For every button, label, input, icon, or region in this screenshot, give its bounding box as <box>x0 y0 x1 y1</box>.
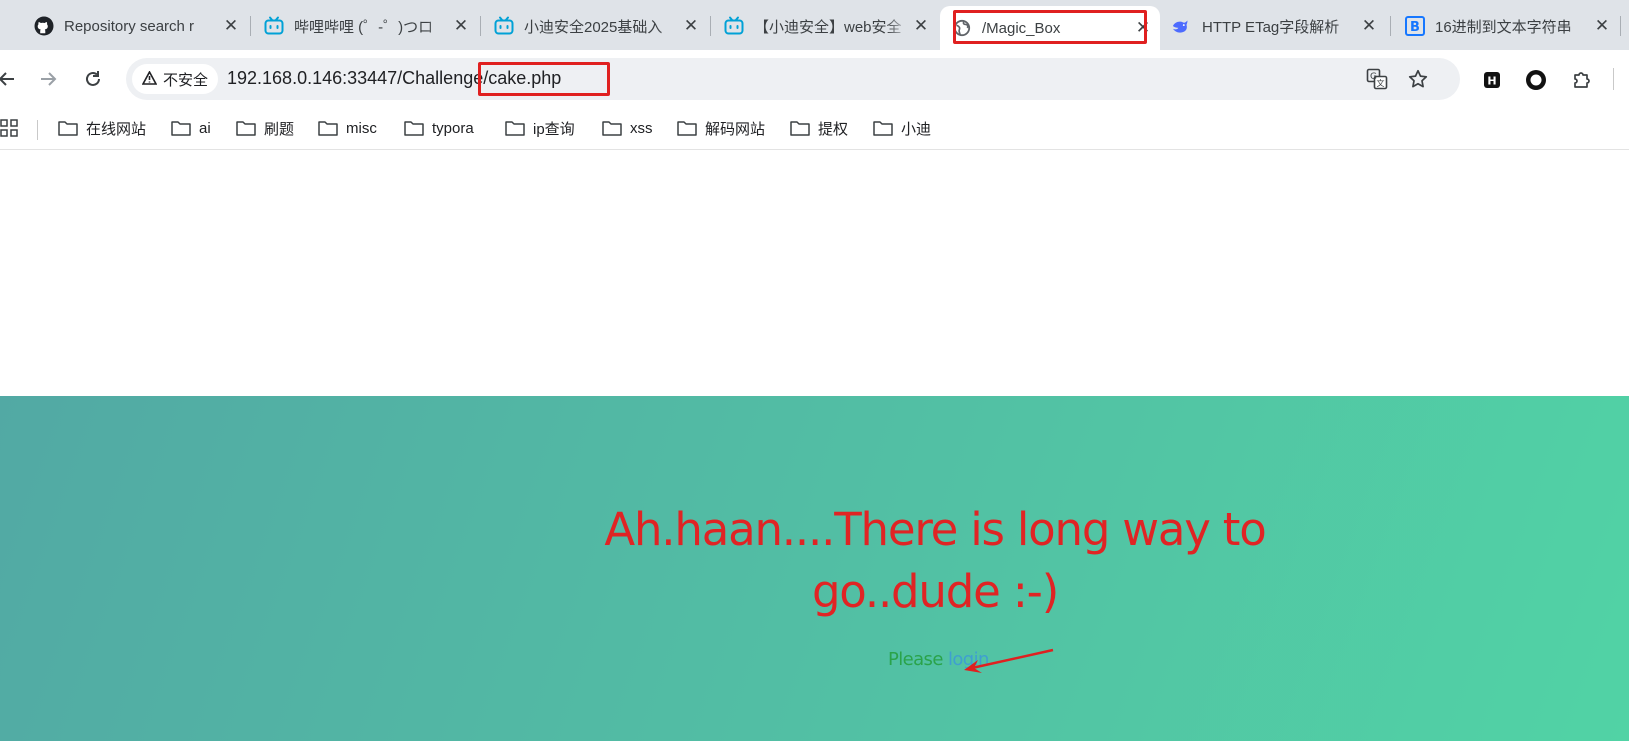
tab-hex-to-text[interactable]: B 16进制到文本字符串 ✕ <box>1393 6 1619 46</box>
url-host-path: 192.168.0.146:33447/Challeng <box>227 68 474 88</box>
folder-icon <box>318 121 338 136</box>
folder-icon <box>790 121 810 136</box>
bookmark-folder-misc[interactable]: misc <box>318 114 377 142</box>
bookmark-label: 解码网站 <box>705 120 766 138</box>
folder-icon <box>404 121 424 136</box>
translate-icon[interactable]: G文 <box>1364 66 1390 92</box>
annotation-arrow-icon <box>964 648 1054 673</box>
tab-separator <box>1390 16 1391 36</box>
bookmark-label: xss <box>630 119 653 137</box>
folder-icon <box>58 121 78 136</box>
svg-text:H: H <box>1487 75 1496 88</box>
tab-github-search[interactable]: Repository search r ✕ <box>22 6 248 46</box>
folder-icon <box>677 121 697 136</box>
bookmark-label: 提权 <box>818 120 849 138</box>
tab-http-etag[interactable]: HTTP ETag字段解析 ✕ <box>1160 6 1386 46</box>
svg-text:文: 文 <box>1377 78 1385 88</box>
tab-close-icon[interactable]: ✕ <box>910 16 932 36</box>
h-letter-extension-icon[interactable]: H <box>1480 68 1504 92</box>
tab-title: Repository search r <box>64 17 195 35</box>
bookmark-folder-decode-sites[interactable]: 解码网站 <box>677 114 765 142</box>
folder-icon <box>236 121 256 136</box>
bookmark-folder-shuati[interactable]: 刷题 <box>236 114 294 142</box>
deepseek-icon <box>1172 16 1192 36</box>
tab-strip: ✔ Repository search r ✕ 哔哩哔哩 (゜-゜)つロ ✕ 小… <box>0 0 1629 50</box>
tab-separator <box>710 16 711 36</box>
toolbar-divider <box>1613 68 1614 90</box>
forward-button[interactable] <box>33 64 63 94</box>
bookmark-label: ai <box>199 119 211 137</box>
bookmarks-bar: 在线网站 ai 刷题 misc typora ip查询 xss 解码网站 提权 … <box>0 108 1629 150</box>
bookmark-label: 刷题 <box>264 120 295 138</box>
tab-title: 【小迪安全】web安全 <box>754 18 902 36</box>
folder-icon <box>873 121 893 136</box>
github-icon <box>34 16 54 36</box>
bookmark-star-icon[interactable] <box>1405 66 1431 92</box>
tab-separator <box>1620 16 1621 36</box>
browser-window: ✔ Repository search r ✕ 哔哩哔哩 (゜-゜)つロ ✕ 小… <box>0 0 1629 741</box>
tab-separator <box>250 16 251 36</box>
folder-icon <box>505 121 525 136</box>
browser-toolbar: 不安全 192.168.0.146:33447/Challenge/cake.p… <box>0 50 1629 108</box>
tab-title: HTTP ETag字段解析 <box>1202 18 1340 36</box>
bookmark-label: 在线网站 <box>86 120 147 138</box>
warning-triangle-icon <box>141 69 158 88</box>
please-text: Please <box>888 649 948 670</box>
puzzle-extensions-icon[interactable] <box>1570 68 1594 92</box>
bookmark-label: 小迪 <box>901 120 932 138</box>
tab-close-icon[interactable]: ✕ <box>1358 16 1380 36</box>
tab-title: 哔哩哔哩 (゜-゜)つロ <box>294 18 434 36</box>
apps-grid-icon[interactable] <box>0 114 18 142</box>
page-headline: Ah.haan....There is long way to go..dude… <box>604 503 1266 618</box>
circle-extension-icon[interactable] <box>1524 68 1548 92</box>
bookmark-folder-xss[interactable]: xss <box>602 114 653 142</box>
bookmark-label: typora <box>432 119 474 137</box>
annotation-box-tab <box>953 10 1147 44</box>
bookmark-folder-typora[interactable]: typora <box>404 114 474 142</box>
bookmark-folder-ai[interactable]: ai <box>171 114 211 142</box>
tab-close-icon[interactable]: ✕ <box>220 16 242 36</box>
bilibili-icon <box>724 16 744 36</box>
reload-button[interactable] <box>78 64 108 94</box>
site-security-chip[interactable]: 不安全 <box>132 64 219 94</box>
tab-close-icon[interactable]: ✕ <box>450 16 472 36</box>
bilibili-icon <box>494 16 514 36</box>
b-letter-icon: B <box>1405 16 1425 36</box>
page-hero-section: Ah.haan....There is long way to go..dude… <box>0 396 1629 741</box>
bookmark-folder-xiaodi[interactable]: 小迪 <box>873 114 931 142</box>
tab-close-icon[interactable]: ✕ <box>1591 16 1613 36</box>
annotation-box-url <box>478 62 610 96</box>
bookmark-folder-privesc[interactable]: 提权 <box>790 114 848 142</box>
bilibili-icon <box>264 16 284 36</box>
address-bar[interactable]: 不安全 192.168.0.146:33447/Challenge/cake.p… <box>126 58 1460 100</box>
folder-icon <box>171 121 191 136</box>
bookmark-label: ip查询 <box>533 120 575 138</box>
tab-separator <box>480 16 481 36</box>
tab-title: 小迪安全2025基础入 <box>524 18 663 36</box>
tab-title: 16进制到文本字符串 <box>1435 18 1572 36</box>
tab-close-icon[interactable]: ✕ <box>680 16 702 36</box>
tab-xiaodi-web[interactable]: 【小迪安全】web安全 ✕ <box>712 6 938 46</box>
bookmarks-separator <box>37 120 38 140</box>
tab-xiaodi-2025[interactable]: 小迪安全2025基础入 ✕ <box>482 6 708 46</box>
back-button[interactable] <box>0 64 22 94</box>
bookmark-folder-ip-lookup[interactable]: ip查询 <box>505 114 575 142</box>
security-label: 不安全 <box>163 71 209 89</box>
bookmark-folder-online-sites[interactable]: 在线网站 <box>58 114 146 142</box>
folder-icon <box>602 121 622 136</box>
tab-bilibili-home[interactable]: 哔哩哔哩 (゜-゜)つロ ✕ <box>252 6 478 46</box>
svg-text:B: B <box>1410 20 1420 35</box>
bookmark-label: misc <box>346 119 377 137</box>
page-blank-area <box>0 151 1629 396</box>
